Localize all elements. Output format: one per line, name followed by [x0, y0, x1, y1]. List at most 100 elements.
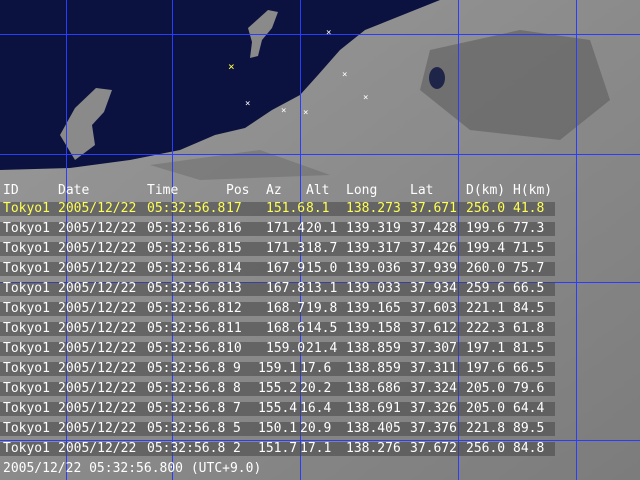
header-time: Time: [147, 183, 179, 198]
cell-lat: 37.307: [410, 341, 457, 356]
table-row[interactable]: Tokyo1 2005/12/22 05:32:56.8 11 168.6 14.5 139…: [0, 319, 560, 339]
cell-alt: 20.2: [300, 381, 332, 396]
cell-hkm: 79.6: [513, 381, 545, 396]
cell-hkm: 71.5: [513, 241, 545, 256]
cell-az: 155.4: [258, 401, 298, 416]
selected-trajectory-marker[interactable]: ×: [228, 61, 235, 72]
cell-id: Tokyo1: [3, 301, 50, 316]
cell-lat: 37.428: [410, 221, 457, 236]
cell-lat: 37.376: [410, 421, 457, 436]
cell-id: Tokyo1: [3, 361, 50, 376]
cell-az: 155.2: [258, 381, 298, 396]
cell-pos: 12: [226, 301, 242, 316]
cell-alt: 14.5: [306, 321, 338, 336]
cell-id: Tokyo1: [3, 281, 50, 296]
cell-pos: 16: [226, 221, 242, 236]
cell-lat: 37.311: [410, 361, 457, 376]
cell-hkm: 77.3: [513, 221, 545, 236]
trajectory-marker[interactable]: ×: [326, 29, 331, 38]
trajectory-marker[interactable]: ×: [342, 71, 347, 80]
cell-time: 05:32:56.8: [147, 321, 226, 336]
cell-az: 151.7: [258, 441, 298, 456]
table-row[interactable]: Tokyo1 2005/12/22 05:32:56.8 5 150.1 20.9 138.…: [0, 419, 560, 439]
cell-time: 05:32:56.8: [147, 261, 226, 276]
cell-date: 2005/12/22: [58, 261, 137, 276]
trajectory-marker[interactable]: ×: [281, 107, 286, 116]
cell-dkm: 197.1: [466, 341, 506, 356]
cell-lat: 37.426: [410, 241, 457, 256]
cell-az: 159.0: [266, 341, 306, 356]
cell-date: 2005/12/22: [58, 401, 137, 416]
header-id: ID: [3, 183, 19, 198]
cell-lat: 37.672: [410, 441, 457, 456]
cell-date: 2005/12/22: [58, 241, 137, 256]
cell-dkm: 260.0: [466, 261, 506, 276]
cell-date: 2005/12/22: [58, 221, 137, 236]
cell-az: 171.3: [266, 241, 306, 256]
cell-dkm: 199.4: [466, 241, 506, 256]
cell-time: 05:32:56.8: [147, 401, 226, 416]
cell-hkm: 66.5: [513, 281, 545, 296]
cell-lat: 37.324: [410, 381, 457, 396]
table-row[interactable]: Tokyo1 2005/12/22 05:32:56.8 10 159.0 21.4 138…: [0, 339, 560, 359]
cell-az: 168.7: [266, 301, 306, 316]
table-row[interactable]: Tokyo1 2005/12/22 05:32:56.8 8 155.2 20.2 138.…: [0, 379, 560, 399]
cell-hkm: 64.4: [513, 401, 545, 416]
cell-lat: 37.326: [410, 401, 457, 416]
cell-long: 138.273: [346, 201, 401, 216]
cell-alt: 15.0: [306, 261, 338, 276]
table-row[interactable]: Tokyo1 2005/12/22 05:32:56.8 16 171.4 20.1 139…: [0, 219, 560, 239]
cell-hkm: 75.7: [513, 261, 545, 276]
cell-id: Tokyo1: [3, 241, 50, 256]
cell-dkm: 256.0: [466, 201, 506, 216]
cell-pos: 17: [226, 201, 242, 216]
header-dkm: D(km): [466, 183, 506, 198]
cell-pos: 13: [226, 281, 242, 296]
cell-hkm: 61.8: [513, 321, 545, 336]
table-row[interactable]: Tokyo1 2005/12/22 05:32:56.8 17 151.6 8.1 138.…: [0, 199, 560, 219]
cell-az: 150.1: [258, 421, 298, 436]
cell-pos: 9: [233, 361, 241, 376]
cell-time: 05:32:56.8: [147, 201, 226, 216]
cell-long: 138.691: [346, 401, 401, 416]
cell-dkm: 221.1: [466, 301, 506, 316]
lake: [429, 67, 445, 89]
cell-alt: 19.8: [306, 301, 338, 316]
trajectory-marker[interactable]: ×: [363, 94, 368, 103]
cell-long: 138.276: [346, 441, 401, 456]
cell-lat: 37.603: [410, 301, 457, 316]
header-hkm: H(km): [513, 183, 553, 198]
status-bar-timestamp: 2005/12/22 05:32:56.800 (UTC+9.0): [3, 461, 262, 476]
cell-date: 2005/12/22: [58, 381, 137, 396]
cell-id: Tokyo1: [3, 321, 50, 336]
cell-lat: 37.671: [410, 201, 457, 216]
table-row[interactable]: Tokyo1 2005/12/22 05:32:56.8 9 159.1 17.6 138.…: [0, 359, 560, 379]
cell-long: 138.405: [346, 421, 401, 436]
table-row[interactable]: Tokyo1 2005/12/22 05:32:56.8 7 155.4 16.4 138.…: [0, 399, 560, 419]
cell-az: 159.1: [258, 361, 298, 376]
cell-date: 2005/12/22: [58, 321, 137, 336]
cell-lat: 37.939: [410, 261, 457, 276]
table-row[interactable]: Tokyo1 2005/12/22 05:32:56.8 2 151.7 17.1 138.…: [0, 439, 560, 459]
cell-az: 167.9: [266, 261, 306, 276]
cell-long: 139.165: [346, 301, 401, 316]
cell-hkm: 84.5: [513, 301, 545, 316]
table-row[interactable]: Tokyo1 2005/12/22 05:32:56.8 15 171.3 18.7 139…: [0, 239, 560, 259]
cell-hkm: 89.5: [513, 421, 545, 436]
cell-time: 05:32:56.8: [147, 241, 226, 256]
cell-alt: 21.4: [306, 341, 338, 356]
cell-alt: 18.7: [306, 241, 338, 256]
cell-pos: 14: [226, 261, 242, 276]
cell-time: 05:32:56.8: [147, 221, 226, 236]
cell-long: 139.319: [346, 221, 401, 236]
table-row[interactable]: Tokyo1 2005/12/22 05:32:56.8 12 168.7 19.8 139…: [0, 299, 560, 319]
cell-id: Tokyo1: [3, 341, 50, 356]
table-row[interactable]: Tokyo1 2005/12/22 05:32:56.8 13 167.8 13.1 139…: [0, 279, 560, 299]
table-row[interactable]: Tokyo1 2005/12/22 05:32:56.8 14 167.9 15.0 139…: [0, 259, 560, 279]
trajectory-marker[interactable]: ×: [245, 100, 250, 109]
cell-pos: 7: [233, 401, 241, 416]
cell-id: Tokyo1: [3, 221, 50, 236]
trajectory-marker[interactable]: ×: [303, 109, 308, 118]
cell-dkm: 199.6: [466, 221, 506, 236]
cell-az: 167.8: [266, 281, 306, 296]
